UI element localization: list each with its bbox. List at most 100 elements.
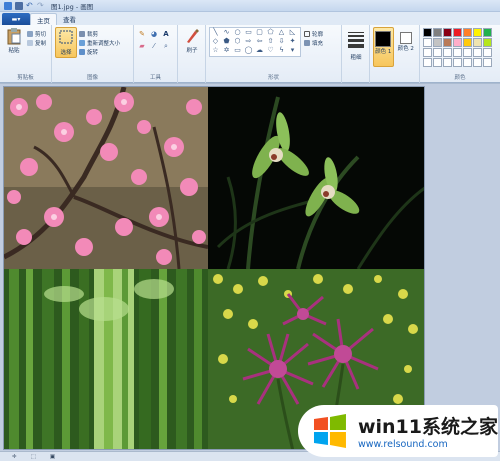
star6-shape-icon[interactable]: ✡ bbox=[221, 46, 232, 55]
callout-cloud-shape-icon[interactable]: ☁ bbox=[254, 46, 265, 55]
diamond-shape-icon[interactable]: ◇ bbox=[210, 37, 221, 46]
palette-swatch[interactable] bbox=[463, 28, 472, 37]
color-selectors: 颜色 1 颜色 2 bbox=[370, 25, 420, 83]
brushes-group: 刷子 bbox=[178, 25, 206, 83]
rotate-icon bbox=[79, 48, 85, 55]
palette-swatch[interactable] bbox=[463, 48, 472, 57]
brush-icon bbox=[187, 29, 199, 43]
palette-swatch[interactable] bbox=[433, 48, 442, 57]
paste-button[interactable]: 粘贴 bbox=[3, 27, 25, 54]
fill-bucket-icon[interactable]: ◕ bbox=[149, 29, 159, 39]
palette-swatch[interactable] bbox=[433, 28, 442, 37]
callout-rect-shape-icon[interactable]: ▭ bbox=[232, 46, 243, 55]
save-icon[interactable] bbox=[15, 1, 23, 10]
rectangle-shape-icon[interactable]: ▭ bbox=[243, 28, 254, 37]
arrow-left-shape-icon[interactable]: ⇦ bbox=[254, 37, 265, 46]
palette-swatch[interactable] bbox=[483, 48, 492, 57]
arrow-up-shape-icon[interactable]: ⇧ bbox=[265, 37, 276, 46]
line-shape-icon[interactable]: ╲ bbox=[210, 28, 221, 37]
gallery-scroll-icon[interactable]: ▾ bbox=[287, 46, 298, 55]
palette-swatch[interactable] bbox=[463, 58, 472, 67]
palette-swatch[interactable] bbox=[463, 38, 472, 47]
crop-button[interactable]: 裁剪 bbox=[79, 29, 120, 38]
palette-swatch[interactable] bbox=[443, 48, 452, 57]
palette-swatch[interactable] bbox=[443, 58, 452, 67]
rotate-button[interactable]: 旋转 bbox=[79, 47, 120, 56]
size-button[interactable]: 粗细 bbox=[345, 27, 367, 61]
oval-shape-icon[interactable]: ○ bbox=[232, 28, 243, 37]
star4-shape-icon[interactable]: ✦ bbox=[287, 37, 298, 46]
rounded-rect-shape-icon[interactable]: ▢ bbox=[254, 28, 265, 37]
palette-swatch[interactable] bbox=[473, 38, 482, 47]
palette-swatch[interactable] bbox=[433, 58, 442, 67]
color-palette[interactable] bbox=[423, 28, 497, 67]
palette-swatch[interactable] bbox=[423, 48, 432, 57]
app-menu-button[interactable]: ▬▾ bbox=[2, 13, 30, 25]
window-title: 图1.jpg - 画图 bbox=[51, 2, 94, 11]
fill-label: 填充 bbox=[312, 40, 324, 47]
color-picker-icon[interactable]: ⁄ bbox=[149, 41, 159, 51]
callout-oval-shape-icon[interactable]: ◯ bbox=[243, 46, 254, 55]
tab-home[interactable]: 主页 bbox=[30, 13, 57, 25]
color2-label: 颜色 2 bbox=[397, 46, 414, 52]
pencil-icon[interactable]: ✎ bbox=[137, 29, 147, 39]
palette-swatch[interactable] bbox=[473, 28, 482, 37]
menu-icon: ▬▾ bbox=[11, 15, 21, 23]
palette-swatch[interactable] bbox=[483, 58, 492, 67]
arrow-right-shape-icon[interactable]: ⇨ bbox=[243, 37, 254, 46]
right-triangle-shape-icon[interactable]: ◺ bbox=[287, 28, 298, 37]
palette-swatch[interactable] bbox=[433, 38, 442, 47]
shapes-group-label: 形状 bbox=[267, 75, 279, 81]
select-icon bbox=[59, 30, 73, 44]
arrow-down-shape-icon[interactable]: ⇩ bbox=[276, 37, 287, 46]
palette-swatch[interactable] bbox=[423, 38, 432, 47]
eraser-icon[interactable]: ▰ bbox=[137, 41, 147, 51]
cut-button[interactable]: 剪切 bbox=[27, 29, 46, 38]
undo-icon[interactable]: ↶ bbox=[26, 1, 34, 10]
pentagon-shape-icon[interactable]: ⬟ bbox=[221, 37, 232, 46]
palette-swatch[interactable] bbox=[473, 58, 482, 67]
polygon-shape-icon[interactable]: ⬠ bbox=[265, 28, 276, 37]
redo-icon[interactable]: ↷ bbox=[37, 1, 45, 10]
palette-swatch[interactable] bbox=[483, 38, 492, 47]
palette-swatch[interactable] bbox=[453, 58, 462, 67]
curve-shape-icon[interactable]: ∿ bbox=[221, 28, 232, 37]
site-watermark: win11系统之家 www.relsound.com bbox=[298, 405, 498, 457]
triangle-shape-icon[interactable]: △ bbox=[276, 28, 287, 37]
copy-button[interactable]: 复制 bbox=[27, 38, 46, 47]
palette-swatch[interactable] bbox=[443, 38, 452, 47]
magnifier-icon[interactable]: ⌕ bbox=[161, 41, 171, 51]
copy-icon bbox=[27, 39, 33, 46]
outline-button[interactable]: 轮廓 bbox=[304, 29, 323, 38]
resize-button[interactable]: 重新调整大小 bbox=[79, 38, 120, 47]
palette-swatch[interactable] bbox=[473, 48, 482, 57]
tools-group-label: 工具 bbox=[149, 75, 161, 81]
star5-shape-icon[interactable]: ☆ bbox=[210, 46, 221, 55]
resize-label: 重新调整大小 bbox=[87, 40, 121, 47]
palette-swatch[interactable] bbox=[453, 38, 462, 47]
tab-view[interactable]: 查看 bbox=[57, 13, 82, 25]
palette-swatch[interactable] bbox=[453, 28, 462, 37]
title-bar: ↶ ↷ 图1.jpg - 画图 bbox=[0, 0, 500, 12]
palette-swatch[interactable] bbox=[453, 48, 462, 57]
heart-shape-icon[interactable]: ♡ bbox=[265, 46, 276, 55]
fill-button[interactable]: 填充 bbox=[304, 38, 323, 47]
drawing-canvas[interactable] bbox=[3, 86, 425, 450]
hexagon-shape-icon[interactable]: ⬡ bbox=[232, 37, 243, 46]
palette-swatch[interactable] bbox=[423, 28, 432, 37]
selection-size-icon: ⬚ bbox=[30, 453, 36, 460]
orchid-image bbox=[208, 87, 424, 269]
crop-label: 裁剪 bbox=[87, 31, 99, 38]
palette-swatch[interactable] bbox=[443, 28, 452, 37]
select-button[interactable]: 选择 bbox=[55, 27, 77, 58]
color2-button[interactable]: 颜色 2 bbox=[396, 27, 416, 83]
color2-swatch bbox=[399, 32, 412, 44]
brushes-button[interactable]: 刷子 bbox=[181, 27, 203, 54]
palette-swatch[interactable] bbox=[423, 58, 432, 67]
text-tool-icon[interactable]: A bbox=[161, 29, 171, 39]
palette-swatch[interactable] bbox=[483, 28, 492, 37]
lightning-shape-icon[interactable]: ϟ bbox=[276, 46, 287, 55]
shape-gallery[interactable]: ╲ ∿ ○ ▭ ▢ ⬠ △ ◺ ◇ ⬟ ⬡ ⇨ ⇦ ⇧ ⇩ ✦ ☆ ✡ ▭ ◯ ☁ ♡ ϟ ▾ bbox=[209, 27, 301, 57]
color1-button[interactable]: 颜色 1 bbox=[373, 27, 394, 67]
paint-app-icon[interactable] bbox=[4, 1, 12, 10]
